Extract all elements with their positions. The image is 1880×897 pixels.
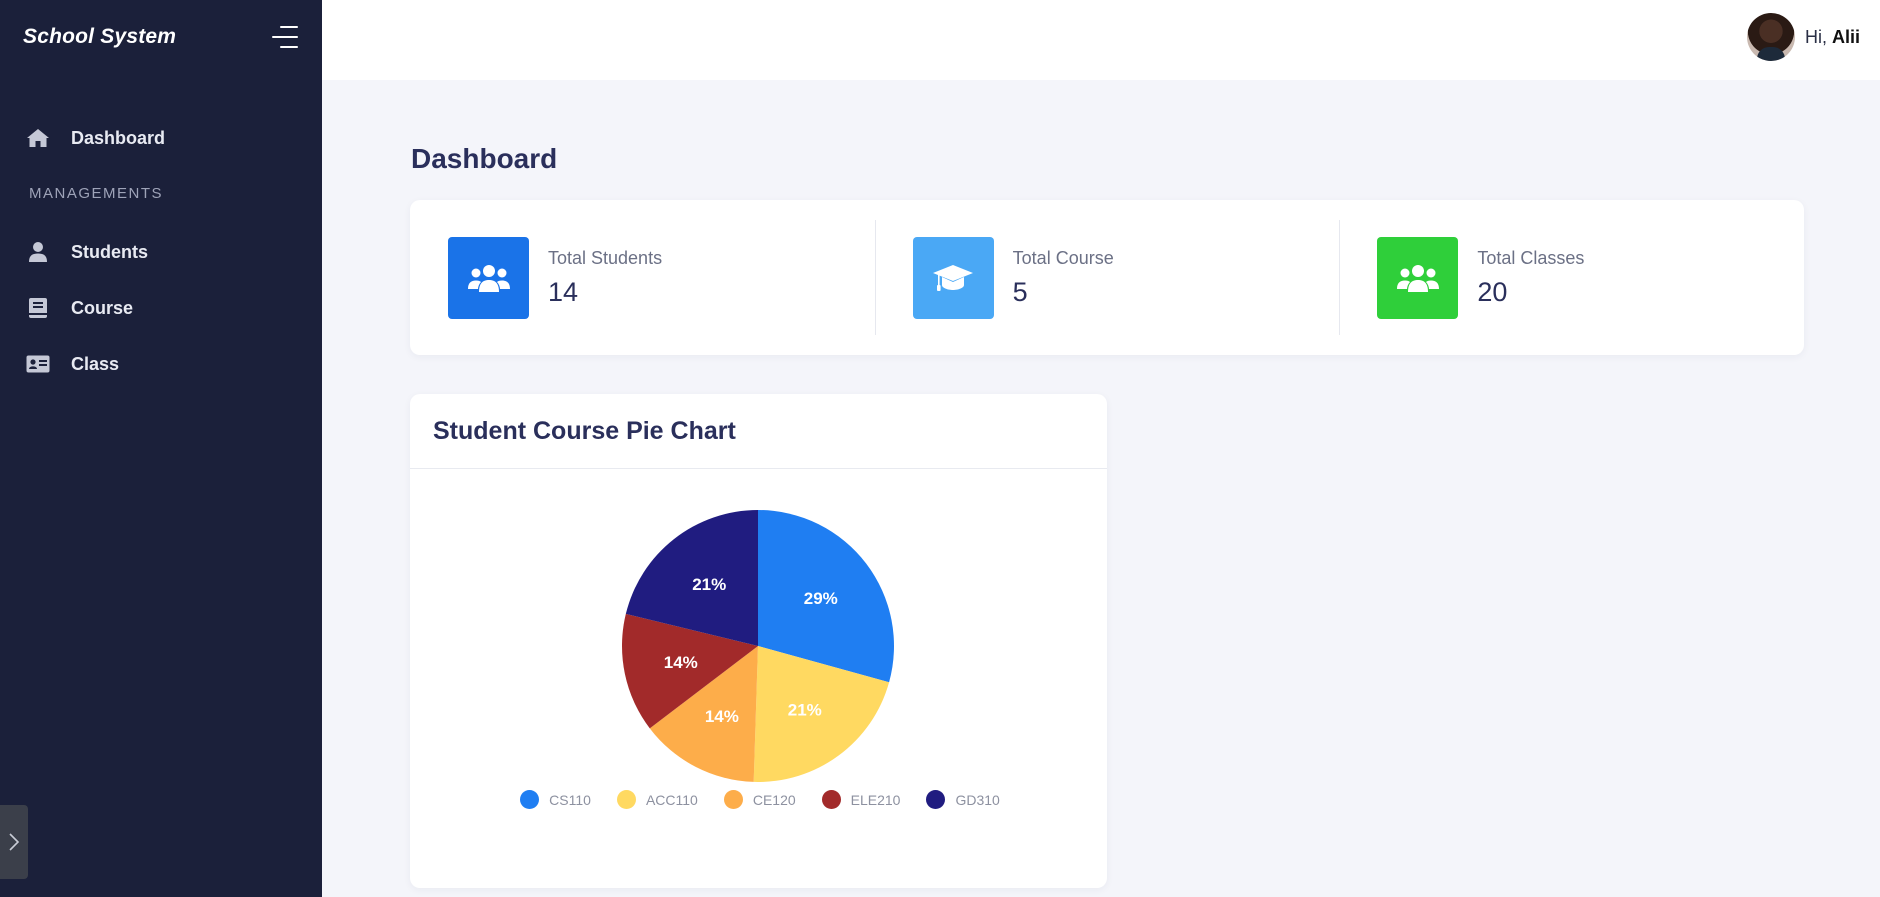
- pie-chart-card: Student Course Pie Chart 29% 21% 14% 14% 21%…: [410, 394, 1107, 888]
- stat-total-course: Total Course 5: [874, 200, 1340, 355]
- id-card-icon: [26, 352, 50, 376]
- sidebar-item-label: Class: [71, 353, 120, 374]
- legend-item-acc110[interactable]: ACC110: [616, 790, 698, 809]
- stat-label: Total Course: [1012, 247, 1114, 268]
- legend-item-ele210[interactable]: ELE210: [821, 790, 901, 809]
- stat-value: 14: [548, 276, 579, 307]
- sidebar-item-class[interactable]: Class: [0, 336, 322, 392]
- stat-text: Total Classes 20: [1477, 248, 1584, 308]
- sidebar: School System Dashboard MANAGEMENTS Stud…: [0, 0, 322, 897]
- pie-data-label: 21%: [692, 575, 726, 594]
- users-icon: [448, 236, 529, 319]
- sidebar-item-students[interactable]: Students: [0, 224, 322, 280]
- page-title: Dashboard: [411, 143, 558, 174]
- chart-body: 29% 21% 14% 14% 21% CS110 ACC110 CE120 ELE210 GD…: [410, 470, 1107, 870]
- chart-card-header: Student Course Pie Chart: [410, 394, 1107, 469]
- greeting-text: Hi,: [1804, 26, 1827, 47]
- users-icon: [1377, 236, 1459, 319]
- legend-label: GD310: [955, 791, 1000, 808]
- stats-card: Total Students 14 Total Course 5 Total C…: [410, 200, 1804, 355]
- sidebar-item-dashboard[interactable]: Dashboard: [0, 110, 322, 166]
- user-icon: [26, 240, 50, 264]
- legend-label: ELE210: [850, 791, 901, 808]
- top-bar: Hi, Alii: [322, 0, 1880, 80]
- stat-text: Total Students 14: [548, 248, 662, 308]
- avatar[interactable]: [1746, 13, 1795, 61]
- chart-legend: CS110 ACC110 CE120 ELE210 GD310: [410, 790, 1107, 809]
- pie-data-label: 14%: [705, 707, 739, 726]
- legend-label: CE120: [752, 791, 796, 808]
- sidebar-header: School System: [0, 0, 322, 74]
- chevron-right-icon: [9, 833, 20, 851]
- chart-card-title: Student Course Pie Chart: [433, 416, 736, 445]
- book-icon: [26, 296, 50, 320]
- graduation-cap-icon: [912, 236, 994, 319]
- menu-toggle-icon[interactable]: [270, 26, 298, 48]
- stat-text: Total Course 5: [1013, 248, 1114, 308]
- legend-label: CS110: [549, 791, 591, 808]
- pie-data-label: 29%: [804, 589, 838, 608]
- pie-chart: 29% 21% 14% 14% 21%: [622, 510, 894, 782]
- legend-item-gd310[interactable]: GD310: [926, 790, 1000, 809]
- stat-total-students: Total Students 14: [410, 200, 875, 355]
- legend-label: ACC110: [645, 791, 698, 808]
- user-menu[interactable]: Hi, Alii: [1746, 13, 1860, 61]
- sidebar-item-label: Course: [71, 297, 134, 318]
- legend-swatch: [520, 790, 540, 809]
- legend-swatch: [926, 790, 946, 809]
- sidebar-item-label: Students: [71, 241, 149, 262]
- sidebar-item-label: Dashboard: [71, 127, 166, 148]
- stat-label: Total Students: [548, 247, 663, 268]
- legend-swatch: [821, 790, 841, 809]
- section-label-managements: MANAGEMENTS: [29, 184, 164, 202]
- pie-data-label: 21%: [788, 701, 822, 720]
- app-brand[interactable]: School System: [23, 25, 176, 49]
- stat-label: Total Classes: [1477, 247, 1585, 268]
- legend-item-ce120[interactable]: CE120: [723, 790, 796, 809]
- legend-swatch: [723, 790, 743, 809]
- pie-data-label: 14%: [664, 653, 698, 672]
- expand-panel-button[interactable]: [0, 805, 28, 879]
- username: Alii: [1831, 26, 1860, 47]
- legend-item-cs110[interactable]: CS110: [520, 790, 591, 809]
- stat-total-classes: Total Classes 20: [1339, 200, 1804, 355]
- user-greeting: Hi, Alii: [1805, 27, 1860, 48]
- sidebar-item-course[interactable]: Course: [0, 280, 322, 336]
- legend-swatch: [616, 790, 636, 809]
- stat-value: 5: [1012, 276, 1028, 307]
- sidebar-nav: Dashboard MANAGEMENTS Students Course Cl…: [0, 110, 322, 392]
- home-icon: [26, 126, 50, 150]
- stat-value: 20: [1477, 276, 1508, 307]
